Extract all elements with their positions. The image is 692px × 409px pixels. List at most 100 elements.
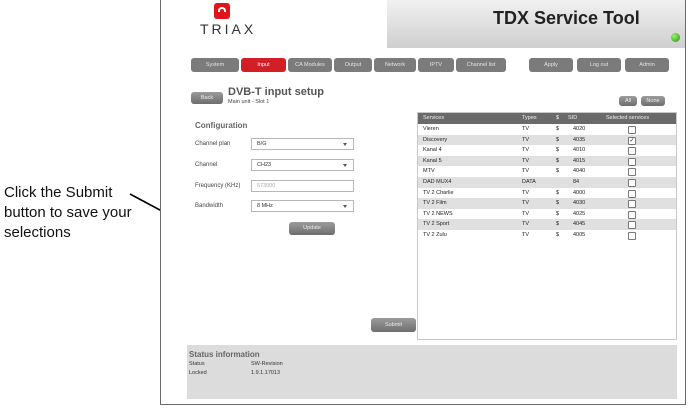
sid-cell: 4040 xyxy=(573,168,586,175)
table-row: TV 2 Film TV $4030 xyxy=(418,198,676,209)
sid-cell: 4025 xyxy=(573,210,586,217)
scrambled-cell: $ xyxy=(556,168,560,175)
app-header: TRIAX TDX Service Tool xyxy=(161,0,685,48)
triax-logo-icon xyxy=(214,3,230,19)
update-button[interactable]: Update xyxy=(289,222,335,235)
sid-cell: 4030 xyxy=(573,200,586,207)
type-cell: TV xyxy=(522,147,530,154)
service-cell: MTV xyxy=(423,168,435,175)
col-sid: SID xyxy=(568,115,578,121)
service-cell: Vieren xyxy=(423,126,439,132)
frequency-input[interactable]: 573000 xyxy=(251,180,354,192)
status-heading: Status information xyxy=(189,350,260,359)
service-cell: Discovery xyxy=(423,136,448,143)
table-row: Kanal 4 TV $4010 xyxy=(418,145,676,156)
type-cell: TV xyxy=(522,200,530,207)
logout-button[interactable]: Log out xyxy=(577,58,621,72)
type-cell: TV xyxy=(522,136,530,143)
service-cell: TV 2 Film xyxy=(423,200,447,207)
tab-network[interactable]: Network xyxy=(374,58,416,72)
col-types: Types xyxy=(522,115,537,121)
tab-channel-list[interactable]: Channel list xyxy=(456,58,506,72)
services-table: Services Types $ SID Selected services V… xyxy=(417,112,677,340)
scrambled-cell: $ xyxy=(556,210,560,217)
col-scrambled: $ xyxy=(556,115,560,121)
type-cell: TV xyxy=(522,126,530,132)
scrambled-cell: $ xyxy=(556,157,560,164)
apply-button[interactable]: Apply xyxy=(529,58,573,72)
table-row: TV 2 Charlie TV $4000 xyxy=(418,188,676,199)
channel-value: CH23 xyxy=(257,162,272,168)
submit-button[interactable]: Submit xyxy=(371,318,416,332)
scrambled-cell: $ xyxy=(556,126,560,132)
service-checkbox[interactable] xyxy=(628,232,636,240)
channel-plan-select[interactable]: B/G xyxy=(251,138,354,150)
table-row: MTV TV $4040 xyxy=(418,166,676,177)
page-title: DVB-T input setup xyxy=(228,86,324,98)
select-all-button[interactable]: All xyxy=(619,96,637,106)
channel-select[interactable]: CH23 xyxy=(251,159,354,171)
app-window: TRIAX TDX Service Tool System Input CA M… xyxy=(160,0,686,405)
tab-iptv[interactable]: IPTV xyxy=(418,58,454,72)
service-checkbox[interactable] xyxy=(628,126,636,134)
table-row: TV 2 NEWS TV $4025 xyxy=(418,209,676,220)
service-checkbox[interactable] xyxy=(628,179,636,187)
status-label: Status xyxy=(189,361,205,367)
tab-system[interactable]: System xyxy=(191,58,239,72)
admin-button[interactable]: Admin xyxy=(625,58,669,72)
channel-plan-value: B/G xyxy=(257,141,267,147)
service-cell: Kanal 4 xyxy=(423,147,442,154)
sid-cell: 4015 xyxy=(573,157,586,164)
sid-cell: 4005 xyxy=(573,232,586,238)
type-cell: TV xyxy=(522,210,530,217)
back-button[interactable]: Back xyxy=(191,92,223,104)
channel-label: Channel xyxy=(195,162,218,168)
tab-output[interactable]: Output xyxy=(334,58,372,72)
table-row: Kanal 5 TV $4015 xyxy=(418,155,676,167)
chevron-down-icon xyxy=(343,205,347,208)
sid-cell: 4045 xyxy=(573,221,586,228)
select-none-button[interactable]: None xyxy=(641,96,665,106)
main-nav: System Input CA Modules Output Network I… xyxy=(191,58,677,72)
table-row: Discovery TV $4035 ✓ xyxy=(418,134,676,146)
bandwidth-label: Bandwidth xyxy=(195,203,224,209)
bandwidth-select[interactable]: 8 MHz xyxy=(251,200,354,212)
service-checkbox[interactable]: ✓ xyxy=(628,136,636,145)
service-checkbox[interactable] xyxy=(628,200,636,209)
type-cell: TV xyxy=(522,232,530,238)
service-checkbox[interactable] xyxy=(628,147,636,156)
scrambled-cell: $ xyxy=(556,147,560,154)
tab-ca-modules[interactable]: CA Modules xyxy=(288,58,332,72)
service-cell: TV 2 Sport xyxy=(423,221,450,228)
sid-cell: 84 xyxy=(573,179,580,185)
chevron-down-icon xyxy=(343,164,347,167)
scrambled-cell: $ xyxy=(556,232,560,238)
service-checkbox[interactable] xyxy=(628,157,636,166)
status-value: SW-Revision xyxy=(251,361,283,367)
status-section: Status information Status SW-Revision Lo… xyxy=(187,345,677,399)
table-row: DAD MUX4 DATA 84 xyxy=(418,177,676,188)
locked-value: 1.9.1.17013 xyxy=(251,370,281,376)
service-checkbox[interactable] xyxy=(628,189,636,198)
service-checkbox[interactable] xyxy=(628,210,636,219)
col-selected: Selected services xyxy=(606,115,650,121)
service-cell: TV 2 Charlie xyxy=(423,189,454,196)
table-row: TV 2 Zulu TV $4005 xyxy=(418,230,676,241)
service-checkbox[interactable] xyxy=(628,221,636,230)
sid-cell: 4020 xyxy=(573,126,586,132)
service-cell: Kanal 5 xyxy=(423,157,442,164)
type-cell: TV xyxy=(522,189,530,196)
page-subtitle: Main unit - Slot 1 xyxy=(228,99,270,105)
service-checkbox[interactable] xyxy=(628,168,636,177)
scrambled-cell: $ xyxy=(556,189,560,196)
service-cell: TV 2 Zulu xyxy=(423,232,447,238)
status-led-icon xyxy=(671,33,680,42)
app-title: TDX Service Tool xyxy=(493,8,640,28)
table-row: Vieren TV $4020 xyxy=(418,124,676,135)
type-cell: TV xyxy=(522,168,530,175)
tab-input[interactable]: Input xyxy=(241,58,286,72)
chevron-down-icon xyxy=(343,143,347,146)
table-header: Services Types $ SID Selected services xyxy=(418,113,676,124)
locked-label: Locked xyxy=(189,370,207,376)
sid-cell: 4000 xyxy=(573,189,586,196)
